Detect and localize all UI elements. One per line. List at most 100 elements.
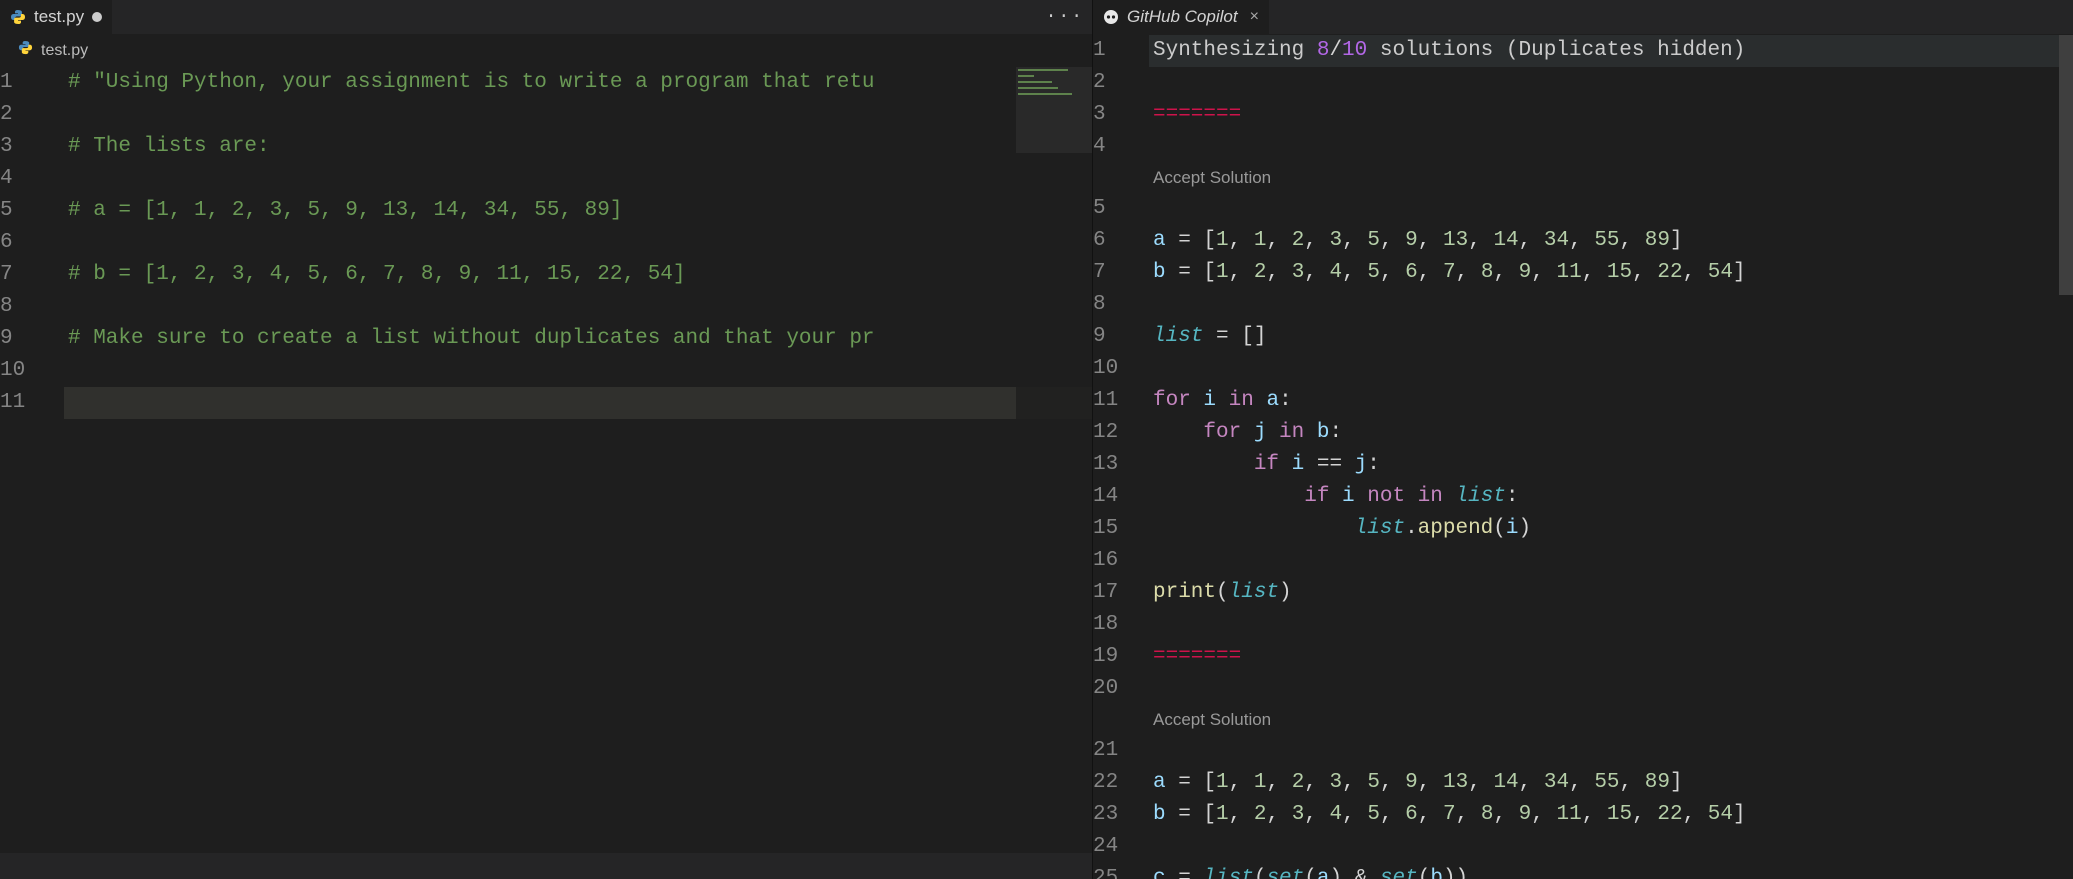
code-line[interactable] (64, 163, 1092, 195)
close-icon[interactable]: × (1250, 1, 1259, 33)
line-number: 1 (0, 67, 50, 99)
editor-group-left: test.py ··· test.py 1234567891011 # "Usi… (0, 0, 1092, 879)
tab-label: test.py (34, 1, 84, 33)
scrollbar-thumb[interactable] (2059, 35, 2073, 295)
code-line[interactable]: # The lists are: (64, 131, 1092, 163)
line-number: 1 (1093, 35, 1135, 67)
editor-body-left[interactable]: 1234567891011 # "Using Python, your assi… (0, 67, 1092, 879)
line-number: 23 (1093, 799, 1135, 831)
line-number: 20 (1093, 673, 1135, 705)
code-line[interactable] (1149, 289, 2073, 321)
code-line[interactable] (1149, 353, 2073, 385)
line-number: 11 (0, 387, 50, 419)
code-line[interactable]: a = [1, 1, 2, 3, 5, 9, 13, 14, 34, 55, 8… (1149, 225, 2073, 257)
code-area-right[interactable]: Synthesizing 8/10 solutions (Duplicates … (1149, 35, 2073, 879)
code-line[interactable] (64, 387, 1092, 419)
code-line[interactable]: # Make sure to create a list without dup… (64, 323, 1092, 355)
code-line[interactable]: a = [1, 1, 2, 3, 5, 9, 13, 14, 34, 55, 8… (1149, 767, 2073, 799)
tab-label: GitHub Copilot (1127, 1, 1238, 33)
line-number: 15 (1093, 513, 1135, 545)
more-actions-button[interactable]: ··· (1046, 1, 1084, 33)
code-line[interactable]: # b = [1, 2, 3, 4, 5, 6, 7, 8, 9, 11, 15… (64, 259, 1092, 291)
line-number: 9 (0, 323, 50, 355)
code-line[interactable]: if i == j: (1149, 449, 2073, 481)
code-line[interactable] (1149, 735, 2073, 767)
accept-solution-button[interactable]: Accept Solution (1149, 705, 2073, 735)
line-number: 16 (1093, 545, 1135, 577)
code-line[interactable] (1149, 131, 2073, 163)
line-number: 10 (1093, 353, 1135, 385)
code-line[interactable] (64, 99, 1092, 131)
code-line[interactable]: for j in b: (1149, 417, 2073, 449)
code-line[interactable] (64, 355, 1092, 387)
code-line[interactable] (1149, 831, 2073, 863)
minimap[interactable] (1016, 67, 1092, 879)
line-number: 12 (1093, 417, 1135, 449)
tab-github-copilot[interactable]: GitHub Copilot × (1093, 0, 1269, 34)
code-line[interactable]: ======= (1149, 641, 2073, 673)
line-number: 7 (1093, 257, 1135, 289)
code-line[interactable]: list.append(i) (1149, 513, 2073, 545)
code-line[interactable] (1149, 193, 2073, 225)
code-line[interactable] (1149, 67, 2073, 99)
line-gutter: 1234567891011121314151617181920212223242… (1093, 35, 1149, 879)
line-number: 21 (1093, 735, 1135, 767)
line-number: 8 (1093, 289, 1135, 321)
line-number: 25 (1093, 863, 1135, 879)
accept-solution-button[interactable]: Accept Solution (1149, 163, 2073, 193)
line-number: 5 (1093, 193, 1135, 225)
line-number: 14 (1093, 481, 1135, 513)
code-line[interactable]: c = list(set(a) & set(b)) (1149, 863, 2073, 879)
line-number: 6 (0, 227, 50, 259)
line-number: 22 (1093, 767, 1135, 799)
code-line[interactable]: ======= (1149, 99, 2073, 131)
line-number: 6 (1093, 225, 1135, 257)
breadcrumb[interactable]: test.py (0, 35, 1092, 67)
line-number: 9 (1093, 321, 1135, 353)
code-line[interactable]: if i not in list: (1149, 481, 2073, 513)
line-number: 2 (0, 99, 50, 131)
code-line[interactable]: print(list) (1149, 577, 2073, 609)
line-number: 18 (1093, 609, 1135, 641)
line-number (1093, 163, 1135, 193)
tab-actions-left: ··· (1038, 1, 1092, 33)
code-line[interactable]: # a = [1, 1, 2, 3, 5, 9, 13, 14, 34, 55,… (64, 195, 1092, 227)
vertical-scrollbar[interactable] (2059, 35, 2073, 879)
line-number: 24 (1093, 831, 1135, 863)
line-number: 5 (0, 195, 50, 227)
code-line[interactable] (1149, 609, 2073, 641)
code-line[interactable]: # "Using Python, your assignment is to w… (64, 67, 1092, 99)
code-line[interactable] (64, 291, 1092, 323)
line-gutter: 1234567891011 (0, 67, 64, 879)
code-area-left[interactable]: # "Using Python, your assignment is to w… (64, 67, 1092, 879)
tab-test-py[interactable]: test.py (0, 0, 112, 34)
code-line[interactable] (1149, 673, 2073, 705)
line-number: 3 (0, 131, 50, 163)
code-line[interactable] (1149, 545, 2073, 577)
line-number: 11 (1093, 385, 1135, 417)
line-number (1093, 705, 1135, 735)
breadcrumb-label: test.py (41, 35, 88, 67)
python-icon (18, 35, 33, 67)
line-number: 2 (1093, 67, 1135, 99)
python-icon (10, 9, 26, 25)
dirty-indicator-icon (92, 12, 102, 22)
line-number: 4 (1093, 131, 1135, 163)
code-line[interactable]: b = [1, 2, 3, 4, 5, 6, 7, 8, 9, 11, 15, … (1149, 257, 2073, 289)
line-number: 3 (1093, 99, 1135, 131)
code-line[interactable] (64, 227, 1092, 259)
code-line[interactable]: b = [1, 2, 3, 4, 5, 6, 7, 8, 9, 11, 15, … (1149, 799, 2073, 831)
minimap-viewport[interactable] (1016, 67, 1092, 153)
tabbar-left: test.py ··· (0, 0, 1092, 35)
code-line[interactable]: for i in a: (1149, 385, 2073, 417)
line-number: 10 (0, 355, 50, 387)
code-line[interactable]: list = [] (1149, 321, 2073, 353)
editor-group-right: GitHub Copilot × 12345678910111213141516… (1092, 0, 2073, 879)
line-number: 19 (1093, 641, 1135, 673)
editor-body-right[interactable]: 1234567891011121314151617181920212223242… (1093, 35, 2073, 879)
line-number: 7 (0, 259, 50, 291)
code-line[interactable]: Synthesizing 8/10 solutions (Duplicates … (1149, 35, 2073, 67)
line-number: 4 (0, 163, 50, 195)
line-number: 8 (0, 291, 50, 323)
tabbar-right: GitHub Copilot × (1093, 0, 2073, 35)
